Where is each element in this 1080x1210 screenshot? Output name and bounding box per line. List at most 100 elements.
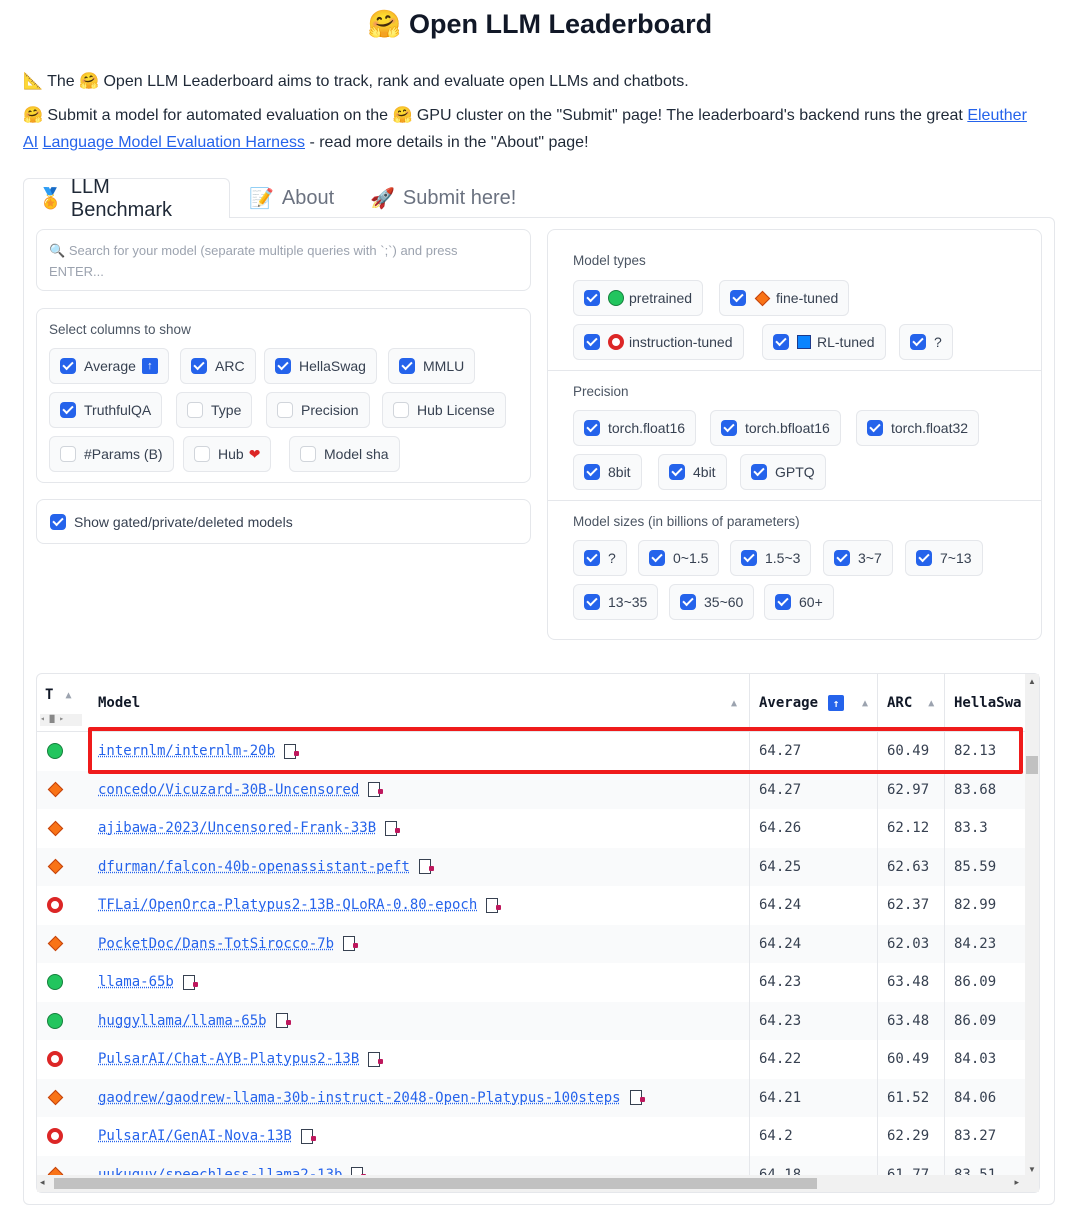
harness-link[interactable]: Language Model Evaluation Harness [43,134,305,151]
checkbox[interactable] [584,550,600,566]
scroll-down-icon[interactable]: ▼ [1028,1165,1036,1174]
mini-scrollbar[interactable]: ◂ ▇ ▸ [40,714,82,726]
tab-about[interactable]: 📝 About [235,178,348,218]
checkbox[interactable] [399,358,415,374]
model-link[interactable]: gaodrew/gaodrew-llama-30b-instruct-2048-… [98,1090,621,1106]
column-option-model-sha[interactable]: Model sha [289,436,400,472]
header-arc[interactable]: ARC ▲ [887,674,934,732]
checkbox[interactable] [393,402,409,418]
filter-size-3-7[interactable]: 3~7 [823,540,893,576]
checkbox[interactable] [649,550,665,566]
model-link[interactable]: TFLai/OpenOrca-Platypus2-13B-QLoRA-0.80-… [98,897,477,913]
table-row[interactable]: internlm/internlm-20b 64.27 60.49 82.13 [37,732,1027,771]
show-gated-toggle[interactable]: Show gated/private/deleted models [36,499,531,544]
checkbox[interactable] [916,550,932,566]
table-row[interactable]: gaodrew/gaodrew-llama-30b-instruct-2048-… [37,1078,1027,1117]
column-option-truthfulqa[interactable]: TruthfulQA [49,392,163,428]
document-icon[interactable] [385,820,401,836]
filter-size-0-1.5[interactable]: 0~1.5 [638,540,720,576]
model-link[interactable]: llama-65b [98,974,174,990]
model-link[interactable]: PocketDoc/Dans-TotSirocco-7b [98,936,334,952]
header-model[interactable]: Model [98,674,140,732]
filter-size-1.5-3[interactable]: 1.5~3 [730,540,812,576]
checkbox[interactable] [584,334,600,350]
document-icon[interactable] [284,743,300,759]
model-link[interactable]: ajibawa-2023/Uncensored-Frank-33B [98,820,376,836]
sort-arrow-icon[interactable]: ▲ [928,698,934,709]
checkbox[interactable] [751,464,767,480]
tab-llm-benchmark[interactable]: 🏅 LLM Benchmark [23,176,230,221]
table-row[interactable]: PocketDoc/Dans-TotSirocco-7b 64.24 62.03 84… [37,924,1027,963]
checkbox[interactable] [60,358,76,374]
document-icon[interactable] [368,782,384,798]
checkbox[interactable] [60,402,76,418]
filter-precision-float16[interactable]: torch.float16 [573,410,697,446]
model-link[interactable]: huggyllama/llama-65b [98,1013,267,1029]
checkbox[interactable] [867,420,883,436]
scroll-up-icon[interactable]: ▲ [1028,677,1036,686]
filter-type-instruction-tuned[interactable]: instruction-tuned [573,324,744,360]
checkbox[interactable] [584,290,600,306]
document-icon[interactable] [418,859,434,875]
search-input[interactable]: 🔍 Search for your model (separate multip… [36,229,531,291]
vertical-scrollbar[interactable]: ▲ ▼ [1025,674,1039,1192]
filter-precision-4bit[interactable]: 4bit [658,454,727,490]
filter-type-unknown[interactable]: ? [899,324,953,360]
filter-precision-bfloat16[interactable]: torch.bfloat16 [710,410,841,446]
table-row[interactable]: llama-65b 64.23 63.48 86.09 [37,963,1027,1002]
column-option-mmlu[interactable]: MMLU [388,348,476,384]
filter-precision-gptq[interactable]: GPTQ [740,454,826,490]
filter-size-7-13[interactable]: 7~13 [905,540,983,576]
filter-precision-8bit[interactable]: 8bit [573,454,642,490]
checkbox[interactable] [741,550,757,566]
document-icon[interactable] [182,974,198,990]
checkbox[interactable] [194,446,210,462]
filter-size-60-plus[interactable]: 60+ [764,584,834,620]
filter-type-rl-tuned[interactable]: RL-tuned [762,324,886,360]
checkbox[interactable] [50,513,66,530]
filter-precision-float32[interactable]: torch.float32 [856,410,980,446]
document-icon[interactable] [343,936,359,952]
checkbox[interactable] [910,334,926,350]
checkbox[interactable] [680,594,696,610]
column-option-precision[interactable]: Precision [266,392,370,428]
table-row[interactable]: TFLai/OpenOrca-Platypus2-13B-QLoRA-0.80-… [37,886,1027,925]
model-link[interactable]: PulsarAI/GenAI-Nova-13B [98,1128,292,1144]
model-link[interactable]: PulsarAI/Chat-AYB-Platypus2-13B [98,1051,359,1067]
column-option-params[interactable]: #Params (B) [49,436,174,472]
tab-submit[interactable]: 🚀 Submit here! [356,178,530,218]
checkbox[interactable] [191,358,207,374]
filter-size-35-60[interactable]: 35~60 [669,584,755,620]
column-option-arc[interactable]: ARC [180,348,256,384]
filter-size-13-35[interactable]: 13~35 [573,584,659,620]
checkbox[interactable] [60,446,76,462]
model-link[interactable]: dfurman/falcon-40b-openassistant-peft [98,859,410,875]
checkbox[interactable] [584,464,600,480]
column-option-average[interactable]: Average ↑ [49,348,169,384]
checkbox[interactable] [773,334,789,350]
header-hellaswag[interactable]: HellaSwa [954,674,1021,732]
filter-size-unknown[interactable]: ? [573,540,627,576]
table-row[interactable]: concedo/Vicuzard-30B-Uncensored 64.27 62.9… [37,770,1027,809]
filter-type-fine-tuned[interactable]: fine-tuned [719,280,850,316]
checkbox[interactable] [834,550,850,566]
scroll-left-icon[interactable]: ◂ [40,1177,45,1188]
checkbox[interactable] [775,594,791,610]
table-row[interactable]: huggyllama/llama-65b 64.23 63.48 86.09 [37,1001,1027,1040]
checkbox[interactable] [187,402,203,418]
scrollbar-thumb[interactable] [54,1178,817,1189]
column-option-hub[interactable]: Hub ❤ [183,436,272,472]
horizontal-scrollbar[interactable]: ◂ ▸ [37,1175,1025,1192]
scroll-right-icon[interactable]: ▸ [1014,1177,1019,1188]
column-option-type[interactable]: Type [176,392,253,428]
model-link[interactable]: internlm/internlm-20b [98,743,275,759]
document-icon[interactable] [300,1128,316,1144]
document-icon[interactable] [629,1090,645,1106]
document-icon[interactable] [275,1013,291,1029]
scrollbar-thumb[interactable] [1026,756,1038,774]
header-average[interactable]: Average ↑ ▲ [759,674,868,732]
sort-arrow-icon[interactable]: ▲ [65,690,71,701]
filter-type-pretrained[interactable]: pretrained [573,280,704,316]
document-icon[interactable] [486,897,502,913]
table-row[interactable]: PulsarAI/Chat-AYB-Platypus2-13B 64.22 60.4… [37,1040,1027,1079]
